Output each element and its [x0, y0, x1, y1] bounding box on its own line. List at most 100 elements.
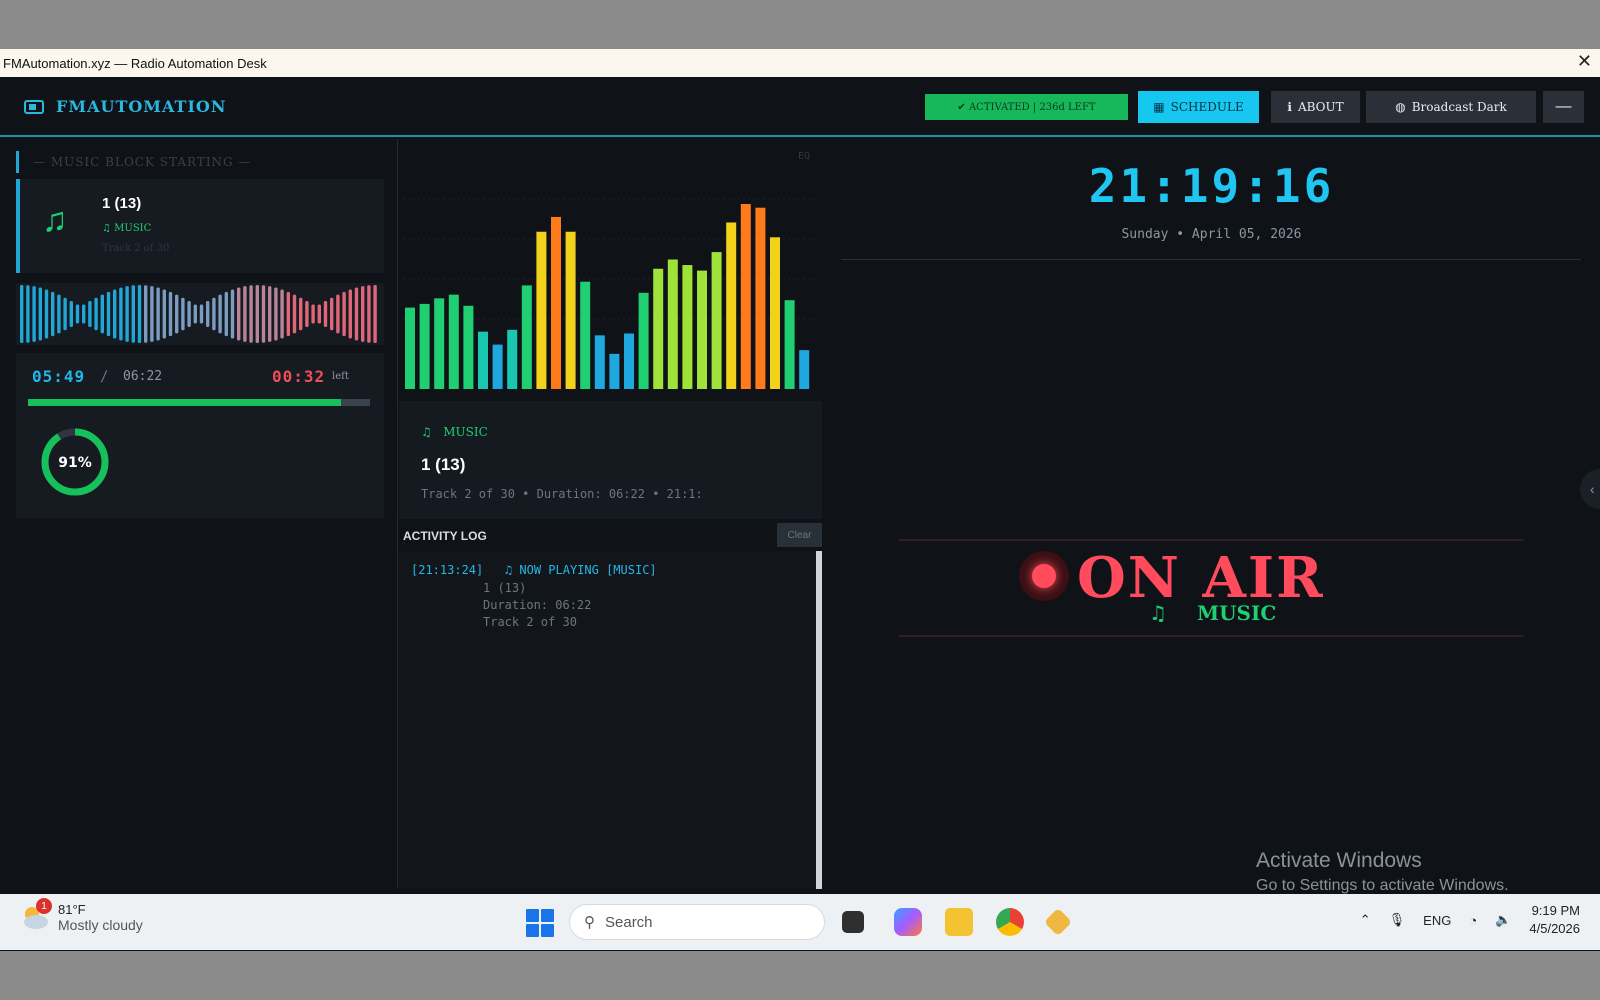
log-entry-line: Track 2 of 30	[483, 615, 577, 629]
waveform-bar	[175, 294, 179, 334]
equalizer-and-log-panel: EQ ♫ MUSIC 1 (13) Track 2 of 30 • Durati…	[399, 139, 822, 889]
waveform-bar	[224, 291, 228, 337]
date: Sunday • April 05, 2026	[1121, 227, 1302, 242]
waveform-bar	[373, 285, 377, 343]
waveform-bar	[20, 285, 24, 343]
track-title: 1 (13)	[421, 455, 466, 474]
chrome-icon[interactable]	[996, 908, 1024, 936]
waveform-bar	[230, 289, 235, 339]
waveform-bar	[218, 294, 222, 334]
activity-log-header: ACTIVITY LOG Clear	[399, 521, 822, 551]
waveform-bar	[137, 285, 142, 343]
file-explorer-icon[interactable]	[945, 908, 973, 936]
activation-status-button[interactable]: ✔ ACTIVATED | 236d LEFT	[925, 94, 1128, 120]
about-button[interactable]: ℹ ABOUT	[1271, 91, 1360, 123]
taskbar-search[interactable]: ⚲ Search	[569, 904, 825, 940]
app-window: FMAutomation.xyz — Radio Automation Desk…	[0, 49, 1600, 951]
activity-log[interactable]: [21:13:24] ♫ NOW PLAYING [MUSIC] 1 (13) …	[399, 551, 822, 889]
waveform-bar	[125, 286, 129, 342]
eq-bar	[507, 329, 518, 389]
eq-bar	[463, 305, 474, 389]
category-label: MUSIC	[114, 223, 152, 234]
start-button[interactable]	[526, 909, 554, 937]
task-view-icon[interactable]	[842, 911, 864, 933]
minimize-button[interactable]: —	[1543, 91, 1584, 123]
log-entry-event: NOW PLAYING [MUSIC]	[519, 563, 657, 577]
activity-log-title: ACTIVITY LOG	[403, 529, 487, 543]
mic-icon[interactable]: 🎙	[1389, 912, 1406, 928]
waveform-bar	[348, 289, 352, 339]
schedule-label: SCHEDULE	[1170, 100, 1244, 114]
waveform-bar	[100, 294, 104, 334]
wifi-icon[interactable]: ◔	[1469, 913, 1477, 928]
eq-bar	[740, 204, 751, 389]
waveform-bar	[299, 297, 303, 331]
waveform-bar	[113, 289, 117, 339]
music-note-icon: ♫	[42, 201, 68, 239]
waveform-bar	[199, 304, 204, 324]
waveform-bar	[131, 285, 135, 343]
eq-bar	[521, 285, 532, 389]
eq-bar	[697, 270, 707, 389]
eq-bar	[478, 331, 488, 389]
waveform-graphic	[20, 285, 377, 343]
log-scrollbar[interactable]	[816, 551, 822, 889]
brand-name: FMAUTOMATION	[56, 97, 227, 116]
eq-bar	[609, 353, 620, 389]
waveform-bar	[367, 285, 371, 343]
waveform-bar	[69, 301, 73, 327]
side-panel-toggle[interactable]: ‹	[1580, 469, 1600, 509]
waveform-bar	[317, 304, 321, 324]
waveform-bar	[57, 294, 61, 334]
remaining-label: left	[332, 371, 349, 382]
app-icon[interactable]	[1043, 907, 1073, 937]
search-placeholder: Search	[605, 913, 653, 931]
taskbar-time: 9:19 PM	[1531, 903, 1580, 918]
progress-gauge: 91%	[41, 428, 109, 496]
record-icon	[1019, 551, 1069, 601]
block-header: — MUSIC BLOCK STARTING —	[16, 151, 251, 173]
track-category: ♫ MUSIC	[421, 425, 488, 439]
eq-bar	[784, 300, 795, 389]
now-playing-track-count: Track 2 of 30	[102, 243, 170, 254]
radio-icon	[24, 99, 44, 114]
theme-button[interactable]: ◍ Broadcast Dark	[1366, 91, 1536, 123]
taskbar-clock[interactable]: 9:19 PM 4/5/2026	[1529, 902, 1580, 938]
now-playing-card: ♫ 1 (13) ♫ MUSIC Track 2 of 30	[16, 179, 384, 273]
language-indicator[interactable]: ENG	[1423, 913, 1451, 928]
weather-widget[interactable]: 1 81°F Mostly cloudy	[20, 898, 143, 933]
clear-log-button[interactable]: Clear	[777, 523, 822, 547]
waveform-bar	[187, 301, 191, 327]
track-progress-bar	[28, 399, 370, 406]
waveform-bar	[181, 297, 185, 331]
eq-bar	[638, 292, 649, 389]
waveform-bar	[150, 286, 154, 342]
waveform-bar	[94, 297, 98, 331]
waveform	[16, 283, 384, 345]
eq-bar	[726, 222, 737, 389]
schedule-button[interactable]: ▦ SCHEDULE	[1138, 91, 1259, 123]
waveform-bar	[144, 285, 148, 343]
time-card: 05:49 / 06:22 00:32 left 91%	[16, 353, 384, 518]
waveform-bar	[330, 297, 334, 331]
waveform-bar	[286, 291, 290, 337]
waveform-bar	[336, 294, 340, 334]
chevron-up-icon[interactable]: ⌃	[1360, 912, 1371, 928]
activation-watermark-sub: Go to Settings to activate Windows.	[1256, 877, 1509, 894]
waveform-bar	[38, 287, 42, 341]
weather-badge: 1	[36, 898, 52, 914]
system-tray: ⌃ 🎙 ENG ◔ 🔈 9:19 PM 4/5/2026	[1360, 902, 1580, 938]
copilot-icon[interactable]	[894, 908, 922, 936]
volume-icon[interactable]: 🔈	[1495, 912, 1511, 928]
log-entry-line: Duration: 06:22	[483, 598, 592, 612]
eq-label: EQ	[797, 151, 810, 162]
calendar-icon: ▦	[1153, 100, 1165, 114]
close-icon[interactable]: ✕	[1577, 51, 1592, 72]
waveform-bar	[82, 304, 86, 324]
theme-label: Broadcast Dark	[1411, 100, 1507, 114]
taskbar: 1 81°F Mostly cloudy ⚲ Search ⌃ 🎙 ENG ◔ …	[0, 894, 1600, 950]
waveform-bar	[361, 286, 365, 342]
eq-bar	[682, 265, 693, 389]
taskbar-date: 4/5/2026	[1529, 921, 1580, 936]
eq-bar	[711, 252, 722, 389]
